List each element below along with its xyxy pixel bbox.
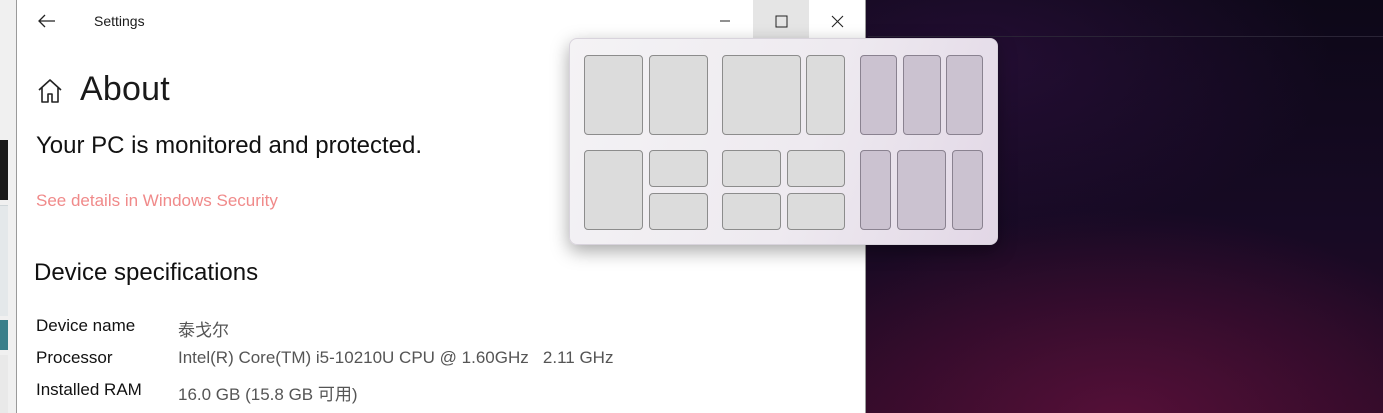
installed-ram-value: 16.0 GB (15.8 GB 可用)	[178, 385, 358, 404]
snap-zone[interactable]	[584, 55, 643, 135]
device-name-label: Device name	[36, 316, 136, 335]
snap-zone[interactable]	[806, 55, 845, 135]
arrow-left-icon	[38, 14, 55, 28]
maximize-button[interactable]	[753, 0, 809, 42]
processor-value: Intel(R) Core(TM) i5-10210U CPU @ 1.60GH…	[178, 348, 614, 367]
title-bar[interactable]: Settings	[17, 0, 865, 42]
processor-label: Processor	[36, 348, 113, 367]
background-window-fragment	[0, 355, 8, 413]
snap-zone[interactable]	[897, 150, 946, 230]
background-window-fragment	[0, 140, 8, 200]
close-icon	[831, 15, 843, 27]
snap-zone[interactable]	[860, 55, 897, 135]
background-window-fragment	[0, 205, 8, 316]
home-icon[interactable]	[36, 77, 64, 110]
snap-zone[interactable]	[722, 150, 781, 187]
desktop-window-edge	[868, 36, 1383, 37]
page-title: About	[80, 70, 170, 108]
snap-layouts-flyout	[569, 38, 998, 245]
snap-zone[interactable]	[903, 55, 941, 135]
background-window-fragment	[0, 320, 8, 350]
snap-zone[interactable]	[722, 55, 801, 135]
snap-zone[interactable]	[722, 193, 781, 230]
windows-security-link[interactable]: See details in Windows Security	[36, 191, 278, 211]
snap-zone[interactable]	[649, 150, 708, 187]
security-status-text: Your PC is monitored and protected.	[36, 132, 423, 159]
snap-zone[interactable]	[860, 150, 891, 230]
snap-zone[interactable]	[787, 193, 845, 230]
window-title: Settings	[94, 13, 145, 29]
snap-zone[interactable]	[952, 150, 983, 230]
snap-zone[interactable]	[649, 55, 708, 135]
snap-zone[interactable]	[649, 193, 708, 230]
installed-ram-label: Installed RAM	[36, 380, 142, 399]
close-button[interactable]	[809, 0, 865, 42]
snap-zone[interactable]	[584, 150, 643, 230]
device-name-value: 泰戈尔	[178, 321, 229, 340]
snap-zone[interactable]	[946, 55, 983, 135]
snap-zone[interactable]	[787, 150, 845, 187]
maximize-icon	[775, 15, 787, 27]
device-specifications-heading: Device specifications	[34, 259, 259, 286]
back-button[interactable]	[35, 8, 59, 34]
background-window-edge	[0, 0, 16, 413]
minimize-icon	[720, 20, 730, 22]
minimize-button[interactable]	[697, 0, 753, 42]
